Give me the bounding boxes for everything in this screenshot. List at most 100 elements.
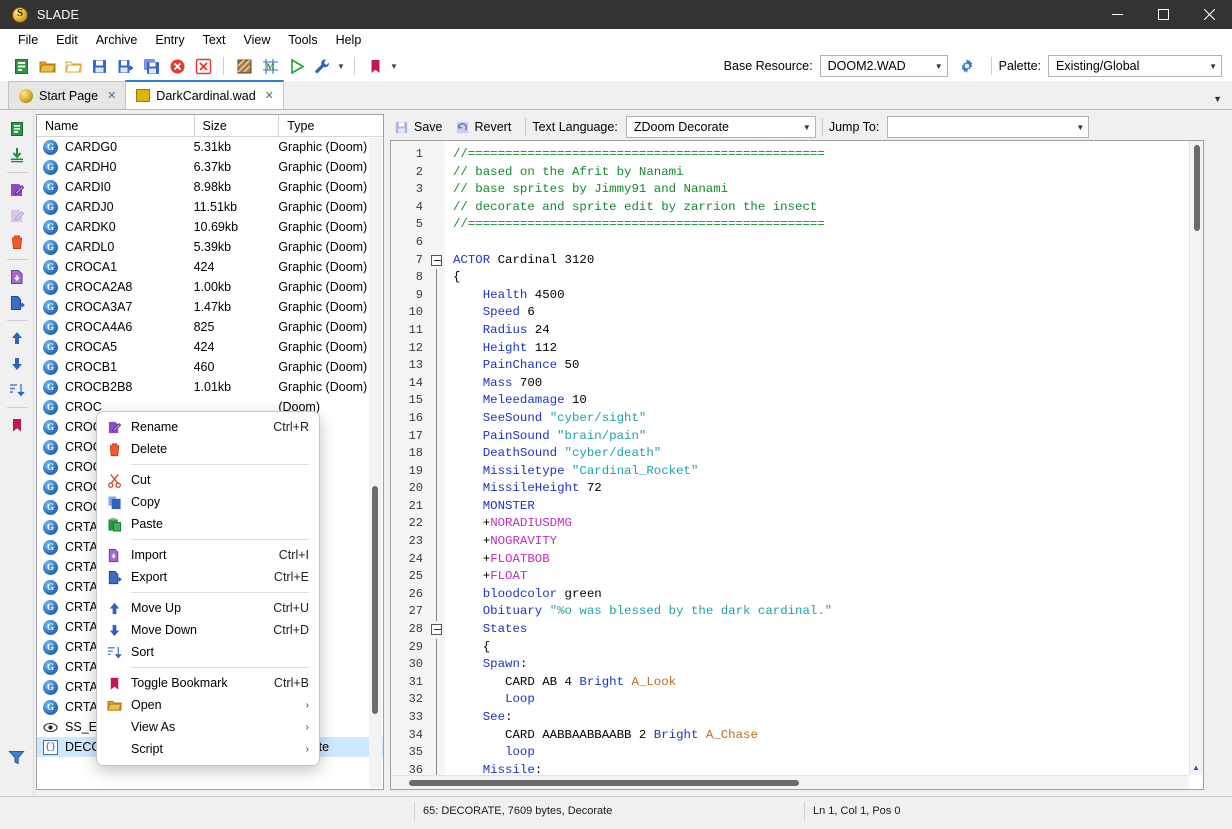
context-menu-item-copy[interactable]: Copy (97, 491, 319, 513)
save-button[interactable]: Save (390, 120, 451, 135)
new-entry-icon[interactable] (4, 116, 30, 142)
table-row[interactable]: G CROCA1 424 Graphic (Doom) (37, 257, 383, 277)
table-row[interactable]: G CROCB2B8 1.01kb Graphic (Doom) (37, 377, 383, 397)
table-row[interactable]: G CROCA5 424 Graphic (Doom) (37, 337, 383, 357)
close-button[interactable] (1186, 0, 1232, 29)
table-row[interactable]: G CARDK0 10.69kb Graphic (Doom) (37, 217, 383, 237)
entry-list-scroll-thumb[interactable] (372, 486, 378, 714)
import-entry-icon[interactable] (4, 142, 30, 168)
context-menu-item-sort[interactable]: Sort (97, 641, 319, 663)
entry-context-menu[interactable]: Rename Ctrl+R Delete Cut Copy Paste Import Ctrl… (96, 411, 320, 766)
close-icon[interactable]: ✕ (265, 89, 274, 102)
context-menu-item-cut[interactable]: Cut (97, 469, 319, 491)
menu-entry[interactable]: Entry (146, 31, 193, 49)
table-row[interactable]: G CARDH0 6.37kb Graphic (Doom) (37, 157, 383, 177)
arrow-down-icon[interactable] (4, 351, 30, 377)
menu-file[interactable]: File (9, 31, 47, 49)
code-folding-column[interactable] (429, 141, 445, 789)
palette-combo[interactable]: Existing/Global ▼ (1048, 55, 1222, 77)
jump-to-combo[interactable]: ▼ (887, 116, 1090, 138)
menu-text[interactable]: Text (194, 31, 235, 49)
base-resource-combo[interactable]: DOOM2.WAD ▼ (819, 55, 948, 77)
code-text[interactable]: //======================================… (445, 141, 1203, 789)
menu-edit[interactable]: Edit (47, 31, 87, 49)
minimize-button[interactable] (1094, 0, 1140, 29)
fold-collapse-icon[interactable] (431, 254, 442, 266)
menu-tools[interactable]: Tools (279, 31, 326, 49)
maintenance-icon[interactable] (309, 53, 335, 79)
context-menu-item-delete[interactable]: Delete (97, 438, 319, 460)
scroll-up-arrow-icon[interactable]: ▲ (1190, 762, 1202, 774)
tab-start-page[interactable]: Start Page ✕ (8, 81, 127, 109)
delete-entry-icon[interactable] (4, 229, 30, 255)
context-menu-item-paste[interactable]: Paste (97, 513, 319, 535)
close-icon[interactable]: ✕ (107, 89, 116, 102)
editor-horizontal-scrollbar[interactable] (391, 775, 1189, 789)
editor-hscroll-thumb[interactable] (409, 780, 799, 786)
context-menu-item-rename[interactable]: Rename Ctrl+R (97, 416, 319, 438)
fold-collapse-icon[interactable] (431, 624, 442, 636)
close-archive-icon[interactable] (164, 53, 190, 79)
maximize-button[interactable] (1140, 0, 1186, 29)
map-editor-icon[interactable]: M (257, 53, 283, 79)
context-menu-item-view-as[interactable]: View As › (97, 716, 319, 738)
tab-overflow-chevron-down-icon[interactable]: ▼ (1213, 94, 1232, 109)
editor-vscroll-thumb[interactable] (1194, 145, 1200, 231)
filter-icon[interactable] (4, 744, 30, 770)
arrow-up-icon[interactable] (4, 325, 30, 351)
context-menu-item-move-down[interactable]: Move Down Ctrl+D (97, 619, 319, 641)
revert-button[interactable]: Revert (451, 120, 520, 135)
table-row[interactable]: G CROCA2A8 1.00kb Graphic (Doom) (37, 277, 383, 297)
save-as-icon[interactable] (112, 53, 138, 79)
context-menu-item-toggle-bookmark[interactable]: Toggle Bookmark Ctrl+B (97, 672, 319, 694)
code-editor[interactable]: 1 2 3 4 5 6 7 8 9 10 11 12 13 14 15 16 17 18 19 20 21 22 23 24 2… (390, 140, 1204, 790)
context-menu-item-script[interactable]: Script › (97, 738, 319, 760)
run-icon[interactable] (283, 53, 309, 79)
maintenance-dropdown-chevron-down-icon[interactable]: ▼ (335, 53, 347, 79)
fold-guide-line (436, 304, 437, 322)
close-all-icon[interactable] (190, 53, 216, 79)
open-archive-icon[interactable] (34, 53, 60, 79)
import-icon[interactable] (4, 264, 30, 290)
fold-marker[interactable] (429, 252, 445, 270)
open-folder-icon[interactable] (60, 53, 86, 79)
texture-editor-icon[interactable] (231, 53, 257, 79)
entry-size-cell: 424 (193, 260, 215, 274)
menu-help[interactable]: Help (327, 31, 371, 49)
column-header-name[interactable]: Name (37, 115, 194, 136)
line-number: 10 (408, 305, 423, 320)
sort-icon[interactable] (4, 377, 30, 403)
column-header-size[interactable]: Size (193, 115, 279, 136)
bookmark-icon[interactable] (4, 412, 30, 438)
rename-entry-each-icon[interactable] (4, 203, 30, 229)
table-row[interactable]: G CROCA4A6 825 Graphic (Doom) (37, 317, 383, 337)
rename-entry-icon[interactable] (4, 177, 30, 203)
graphic-entry-icon: G (43, 179, 58, 195)
context-menu-item-import[interactable]: Import Ctrl+I (97, 544, 319, 566)
gear-icon[interactable] (954, 53, 980, 79)
text-language-combo[interactable]: ZDoom Decorate ▼ (625, 116, 816, 138)
save-icon[interactable] (86, 53, 112, 79)
context-menu-item-open[interactable]: Open › (97, 694, 319, 716)
fold-marker[interactable] (429, 621, 445, 639)
context-menu-item-move-up[interactable]: Move Up Ctrl+U (97, 597, 319, 619)
export-icon[interactable] (4, 290, 30, 316)
table-row[interactable]: G CARDL0 5.39kb Graphic (Doom) (37, 237, 383, 257)
table-row[interactable]: G CROCB1 460 Graphic (Doom) (37, 357, 383, 377)
context-menu-item-export[interactable]: Export Ctrl+E (97, 566, 319, 588)
bookmark-dropdown-chevron-down-icon[interactable]: ▼ (388, 53, 400, 79)
entry-list-scrollbar[interactable] (369, 138, 382, 788)
menu-item-label: Export (131, 570, 168, 584)
table-row[interactable]: G CARDJ0 11.51kb Graphic (Doom) (37, 197, 383, 217)
column-header-type[interactable]: Type (278, 115, 383, 136)
editor-vertical-scrollbar[interactable] (1189, 141, 1203, 775)
new-archive-icon[interactable] (8, 53, 34, 79)
table-row[interactable]: G CARDG0 5.31kb Graphic (Doom) (37, 137, 383, 157)
save-all-icon[interactable] (138, 53, 164, 79)
menu-view[interactable]: View (235, 31, 280, 49)
menu-archive[interactable]: Archive (87, 31, 147, 49)
table-row[interactable]: G CARDI0 8.98kb Graphic (Doom) (37, 177, 383, 197)
tab-darkcardinal-wad[interactable]: DarkCardinal.wad ✕ (125, 80, 284, 109)
bookmark-icon[interactable] (362, 53, 388, 79)
table-row[interactable]: G CROCA3A7 1.47kb Graphic (Doom) (37, 297, 383, 317)
